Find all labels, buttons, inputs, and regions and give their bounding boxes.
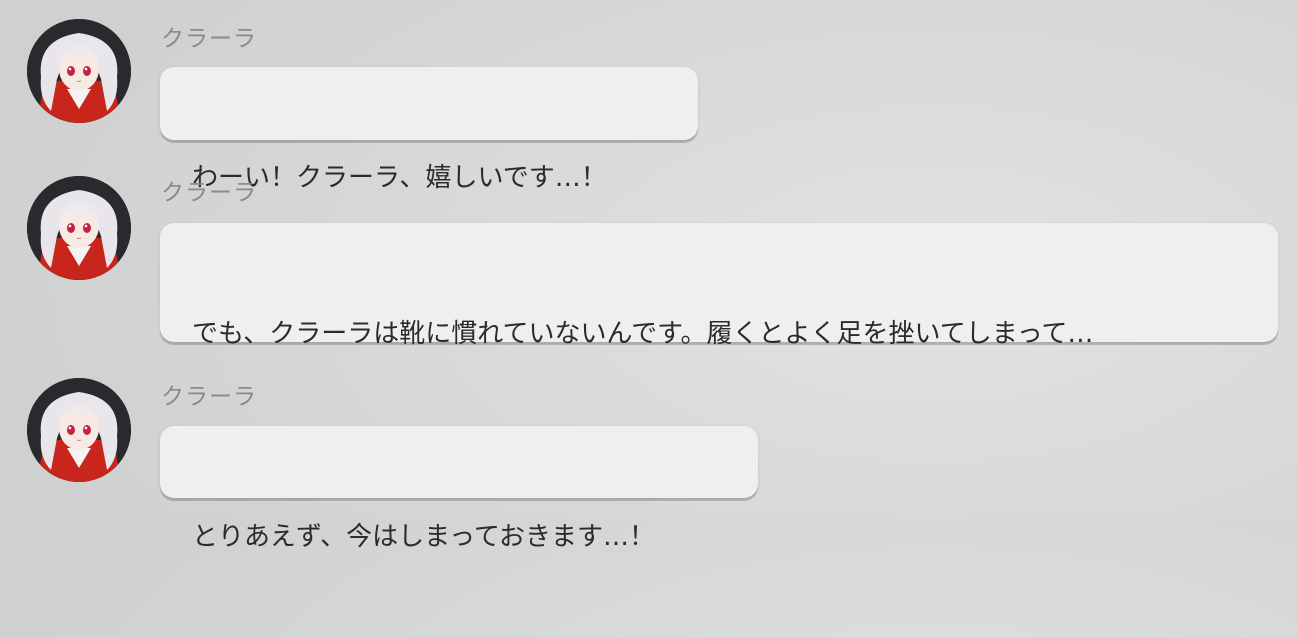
- message-text: わーい！クラーラ、嬉しいです…！: [192, 163, 607, 193]
- message-bubble[interactable]: とりあえず、今はしまっておきます…！: [160, 426, 758, 552]
- avatar[interactable]: [27, 176, 131, 280]
- message-text: とりあえず、今はしまっておきます…！: [192, 522, 656, 552]
- character-portrait-icon: [27, 19, 131, 123]
- message-bubble[interactable]: わーい！クラーラ、嬉しいです…！: [160, 67, 698, 193]
- character-portrait-icon: [27, 176, 131, 280]
- message-text: でも、クラーラは靴に慣れていないんです。履くとよく足を挫いてしまって…: [192, 319, 1094, 349]
- message-bubble[interactable]: でも、クラーラは靴に慣れていないんです。履くとよく足を挫いてしまって… °(つд…: [160, 223, 1278, 469]
- sender-name: クラーラ: [161, 26, 257, 52]
- avatar[interactable]: [27, 19, 131, 123]
- avatar[interactable]: [27, 378, 131, 482]
- sender-name: クラーラ: [161, 384, 257, 410]
- sender-name: クラーラ: [161, 180, 257, 206]
- character-portrait-icon: [27, 378, 131, 482]
